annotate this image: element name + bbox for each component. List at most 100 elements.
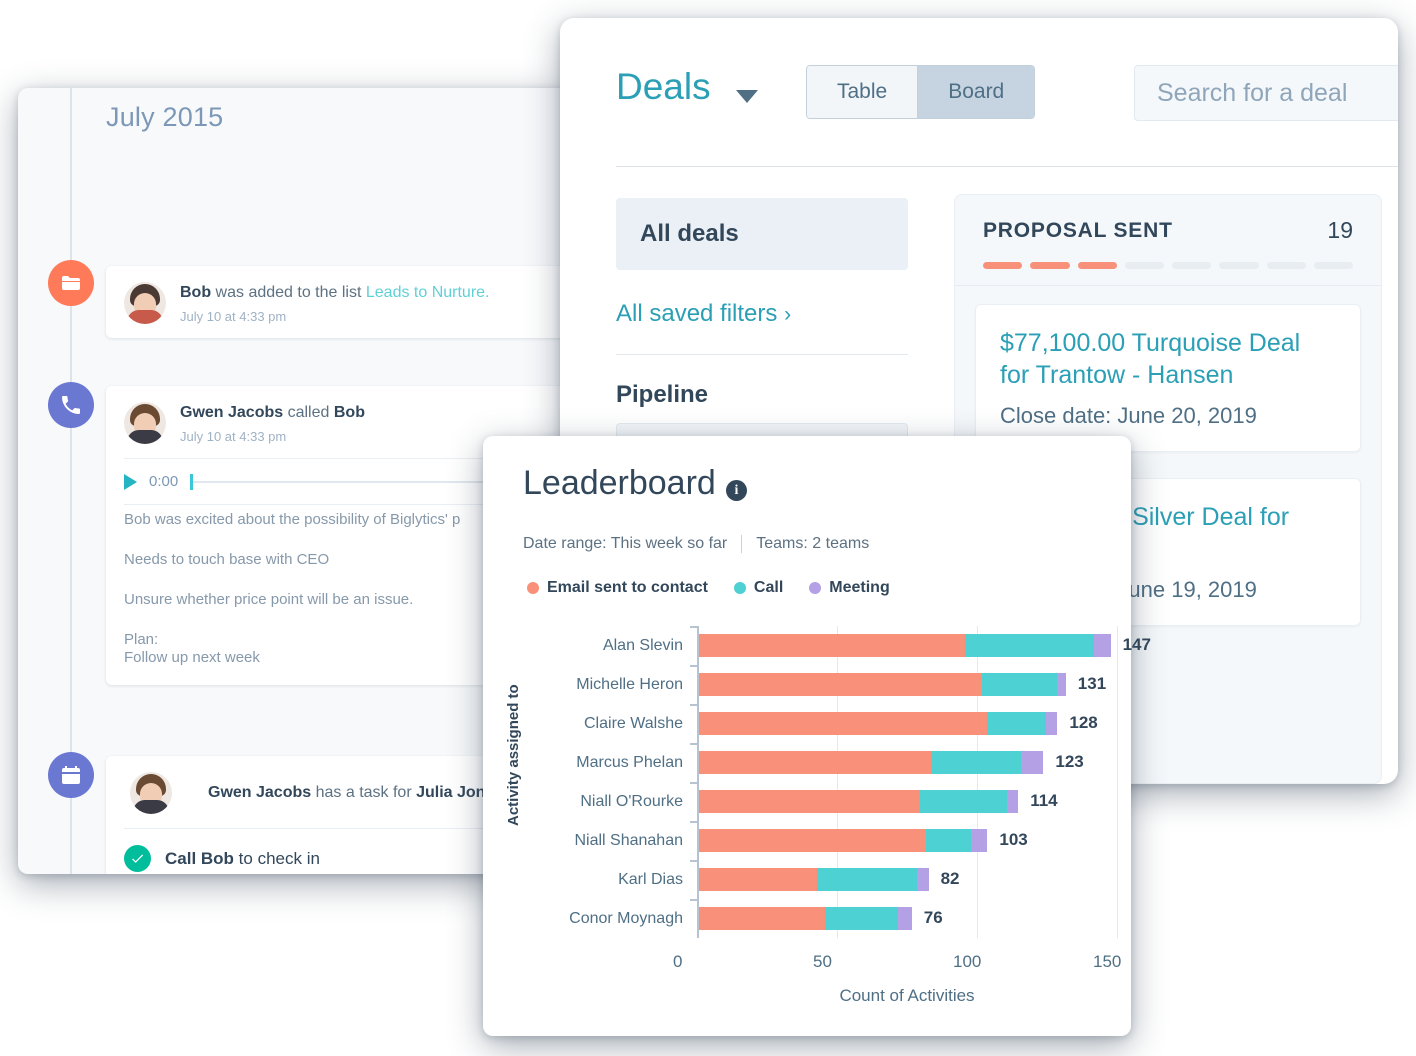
- info-icon[interactable]: i: [726, 480, 747, 501]
- bar-segment-call[interactable]: [931, 751, 1021, 774]
- timeline-entry-list-add[interactable]: Bob was added to the list Leads to Nurtu…: [106, 266, 578, 338]
- bar-segment-meeting[interactable]: [1020, 751, 1044, 774]
- search-input[interactable]: Search for a deal: [1134, 65, 1398, 121]
- bar-segment-email-sent-to-contact[interactable]: [699, 829, 926, 852]
- gridline: [1117, 860, 1118, 899]
- teams-filter[interactable]: Teams: 2 teams: [756, 535, 869, 553]
- legend-swatch: [527, 582, 539, 594]
- tab-table[interactable]: Table: [807, 66, 918, 118]
- stacked-bar[interactable]: [699, 712, 1058, 735]
- stacked-bar[interactable]: [699, 634, 1111, 657]
- bar-segment-call[interactable]: [981, 673, 1058, 696]
- play-icon[interactable]: [124, 473, 137, 490]
- chevron-right-icon: ›: [784, 303, 792, 326]
- bar-segment-call[interactable]: [925, 829, 971, 852]
- bar-segment-meeting[interactable]: [1046, 712, 1058, 735]
- page-title[interactable]: Deals: [616, 66, 711, 108]
- bar-value-label: 147: [1122, 635, 1151, 654]
- divider: [741, 535, 743, 553]
- divider: [616, 166, 1398, 167]
- bar-segment-email-sent-to-contact[interactable]: [699, 634, 965, 657]
- chart-legend: Email sent to contact Call Meeting: [527, 579, 890, 597]
- progress-segment: [1172, 262, 1212, 269]
- progress-segment: [983, 262, 1023, 269]
- timeline-entry-text: Bob was added to the list Leads to Nurtu…: [180, 282, 490, 304]
- bar-category-label: Niall O'Rourke: [580, 792, 683, 810]
- stage-column-header: PROPOSAL SENT 19: [955, 195, 1381, 285]
- progress-segment: [1313, 262, 1353, 269]
- stacked-bar[interactable]: [699, 790, 1019, 813]
- chart-bar-row[interactable]: Karl Dias 82: [543, 860, 1131, 899]
- bar-segment-email-sent-to-contact[interactable]: [699, 868, 817, 891]
- saved-filters-link[interactable]: All saved filters ›: [616, 300, 908, 328]
- chevron-down-icon[interactable]: [736, 90, 758, 103]
- bar-track: 128: [690, 704, 1131, 743]
- bar-segment-call[interactable]: [987, 712, 1047, 735]
- teams-label: Teams:: [756, 535, 808, 552]
- list-link[interactable]: Leads to Nurture.: [366, 284, 490, 301]
- legend-item[interactable]: Meeting: [809, 579, 890, 597]
- chart-bar-row[interactable]: Niall Shanahan 103: [543, 821, 1131, 860]
- stage-progress-bar: [983, 262, 1353, 269]
- stacked-bar[interactable]: [699, 751, 1044, 774]
- chart-bar-row[interactable]: Marcus Phelan 123: [543, 743, 1131, 782]
- legend-label: Call: [753, 579, 784, 596]
- bar-track: 123: [690, 743, 1131, 782]
- legend-item[interactable]: Email sent to contact: [527, 579, 708, 597]
- chart-rows: Alan Slevin 147 Michelle Heron 131 Claire Wa…: [543, 626, 1151, 938]
- stacked-bar[interactable]: [699, 907, 912, 930]
- chart-bar-row[interactable]: Claire Walshe 128: [543, 704, 1131, 743]
- check-icon[interactable]: [124, 845, 151, 872]
- x-axis-tick-label: 100: [953, 952, 982, 971]
- x-axis-tick-label: 50: [813, 952, 832, 971]
- bar-segment-email-sent-to-contact[interactable]: [699, 790, 921, 813]
- bar-track: 103: [690, 821, 1131, 860]
- tab-board[interactable]: Board: [917, 66, 1035, 118]
- pipeline-label: Pipeline: [616, 381, 709, 408]
- bar-value-label: 114: [1030, 791, 1058, 810]
- bar-segment-meeting[interactable]: [897, 907, 912, 930]
- bar-value-label: 82: [940, 869, 960, 888]
- bar-track: 147: [690, 626, 1151, 665]
- entry-middle-text: was added to the list: [211, 284, 366, 302]
- progress-segment: [1124, 262, 1164, 269]
- sidebar-item-all-deals[interactable]: All deals: [616, 198, 908, 270]
- bar-segment-email-sent-to-contact[interactable]: [699, 907, 825, 930]
- bar-segment-meeting[interactable]: [1057, 673, 1066, 696]
- timeline-month-heading: July 2015: [106, 102, 224, 132]
- stacked-bar[interactable]: [699, 673, 1066, 696]
- entry-timestamp: July 10 at 4:33 pm: [180, 428, 287, 444]
- bar-segment-meeting[interactable]: [1093, 634, 1111, 657]
- stacked-bar[interactable]: [699, 868, 929, 891]
- bar-segment-call[interactable]: [816, 868, 918, 891]
- progress-segment: [1077, 262, 1117, 269]
- stacked-bar[interactable]: [699, 829, 988, 852]
- bar-segment-call[interactable]: [825, 907, 898, 930]
- gridline: [977, 860, 978, 899]
- legend-item[interactable]: Call: [733, 579, 784, 597]
- chart-bar-row[interactable]: Conor Moynagh 76: [543, 899, 1131, 938]
- axis-tick: [690, 665, 697, 667]
- actor-name: Gwen Jacobs: [180, 404, 284, 422]
- chart-bar-row[interactable]: Alan Slevin 147: [543, 626, 1151, 665]
- bar-segment-meeting[interactable]: [917, 868, 929, 891]
- view-toggle[interactable]: Table Board: [806, 65, 1036, 119]
- bar-segment-call[interactable]: [965, 634, 1094, 657]
- bar-segment-call[interactable]: [920, 790, 1007, 813]
- bar-segment-email-sent-to-contact[interactable]: [699, 751, 932, 774]
- date-range-filter[interactable]: Date range: This week so far: [523, 535, 727, 553]
- bar-segment-meeting[interactable]: [970, 829, 988, 852]
- bar-segment-meeting[interactable]: [1006, 790, 1019, 813]
- chart-bar-row[interactable]: Michelle Heron 131: [543, 665, 1131, 704]
- deal-card[interactable]: $77,100.00 Turquoise Deal for Trantow - …: [975, 304, 1361, 452]
- bar-track: 76: [690, 899, 1131, 938]
- bar-value-label: 128: [1069, 713, 1098, 732]
- bar-segment-email-sent-to-contact[interactable]: [699, 712, 988, 735]
- deal-name[interactable]: $77,100.00 Turquoise Deal for Trantow - …: [1000, 327, 1336, 391]
- bar-category-label: Michelle Heron: [576, 675, 683, 693]
- avatar: [124, 402, 166, 444]
- page-title: Leaderboard: [523, 464, 716, 502]
- chart-bar-row[interactable]: Niall O'Rourke 114: [543, 782, 1131, 821]
- deals-header: Deals Table Board Search for a deal: [560, 18, 1398, 167]
- bar-segment-email-sent-to-contact[interactable]: [699, 673, 982, 696]
